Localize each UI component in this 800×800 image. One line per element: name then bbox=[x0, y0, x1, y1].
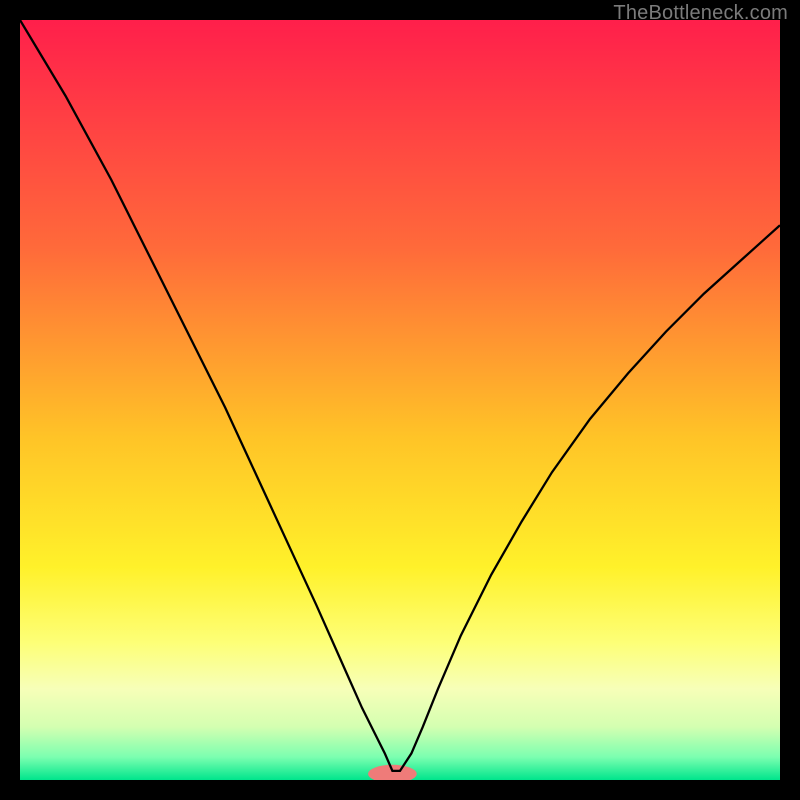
bottleneck-chart bbox=[20, 20, 780, 780]
chart-container: TheBottleneck.com bbox=[0, 0, 800, 800]
plot-background bbox=[20, 20, 780, 780]
